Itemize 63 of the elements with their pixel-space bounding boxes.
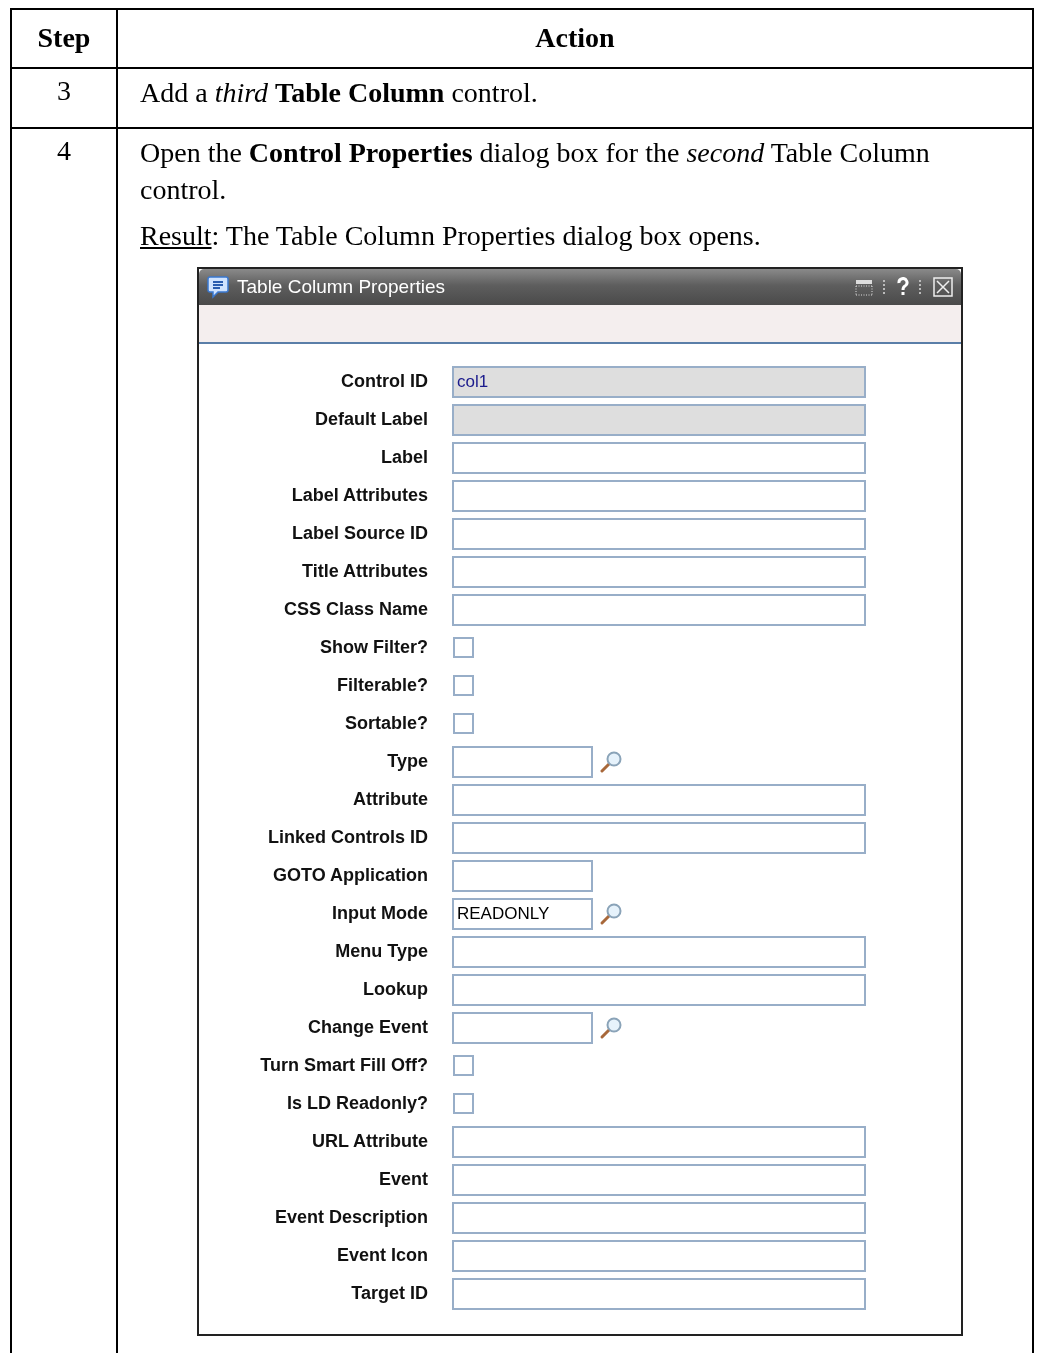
checkbox[interactable] (453, 713, 474, 735)
result-text: Result: The Table Column Properties dialog box opens. (140, 219, 762, 254)
field-label: Event Icon (335, 1245, 428, 1267)
field-label: Label Attributes (290, 485, 428, 507)
instruction-text: Add a third Table Column control. (140, 76, 539, 110)
field-label: Label Source ID (290, 523, 428, 545)
field-label: Target ID (350, 1283, 428, 1305)
input-field[interactable] (452, 1163, 866, 1196)
dialog-title: Table Column Properties (237, 275, 447, 298)
close-icon[interactable] (933, 276, 953, 297)
field-label: Control ID (340, 371, 428, 393)
input-field[interactable] (452, 441, 866, 474)
input-field[interactable] (452, 821, 866, 854)
field-label: Default Label (313, 409, 428, 431)
field-label: Type (386, 751, 428, 773)
field-label: Lookup (362, 979, 428, 1001)
field-label: CSS Class Name (282, 599, 428, 621)
field-label: Event Description (273, 1207, 428, 1229)
field-label: Change Event (306, 1017, 428, 1039)
field-label: Label (380, 447, 428, 469)
chat-bubble-icon (207, 274, 229, 299)
input-field[interactable] (452, 745, 593, 778)
step-number: 3 (57, 75, 71, 106)
help-icon[interactable] (897, 276, 909, 297)
input-field[interactable] (452, 479, 866, 512)
field-label: Show Filter? (319, 637, 428, 659)
field-label: Linked Controls ID (267, 827, 428, 849)
input-field[interactable] (452, 1201, 866, 1234)
checkbox[interactable] (453, 675, 474, 697)
step-number: 4 (57, 135, 71, 167)
input-field[interactable] (452, 555, 866, 588)
input-field[interactable] (452, 1239, 866, 1272)
input-field[interactable] (452, 1125, 866, 1158)
search-icon[interactable] (599, 901, 623, 926)
input-field[interactable] (452, 517, 866, 550)
input-field[interactable] (452, 1277, 866, 1310)
field-label: Filterable? (335, 675, 428, 697)
instruction-text: Open the Control Properties dialog box for the second Table Column control. (140, 136, 931, 207)
field-label: GOTO Application (272, 865, 428, 887)
checkbox[interactable] (453, 1093, 474, 1115)
input-field[interactable] (452, 935, 866, 968)
input-field[interactable]: READONLY (452, 897, 593, 930)
field-label: Sortable? (344, 713, 428, 735)
search-icon[interactable] (599, 1015, 623, 1040)
column-header: Action (535, 22, 615, 53)
input-field[interactable] (452, 859, 593, 892)
input-field[interactable] (452, 783, 866, 816)
input-field[interactable] (452, 973, 866, 1006)
checkbox[interactable] (453, 637, 474, 659)
search-icon[interactable] (599, 749, 623, 774)
field-label: Title Attributes (301, 561, 428, 583)
layout-icon[interactable] (855, 277, 873, 296)
field-label: Event (377, 1169, 428, 1191)
column-header: Step (37, 22, 91, 53)
field-label: Attribute (352, 789, 428, 811)
field-label: Is LD Readonly? (285, 1093, 428, 1115)
field-label: Turn Smart Fill Off? (259, 1055, 428, 1077)
field-label: URL Attribute (311, 1131, 428, 1153)
input-field[interactable] (452, 593, 866, 626)
checkbox[interactable] (453, 1055, 474, 1077)
field-label: Input Mode (331, 903, 428, 925)
field-label: Menu Type (334, 941, 428, 963)
input-field[interactable] (452, 1011, 593, 1044)
